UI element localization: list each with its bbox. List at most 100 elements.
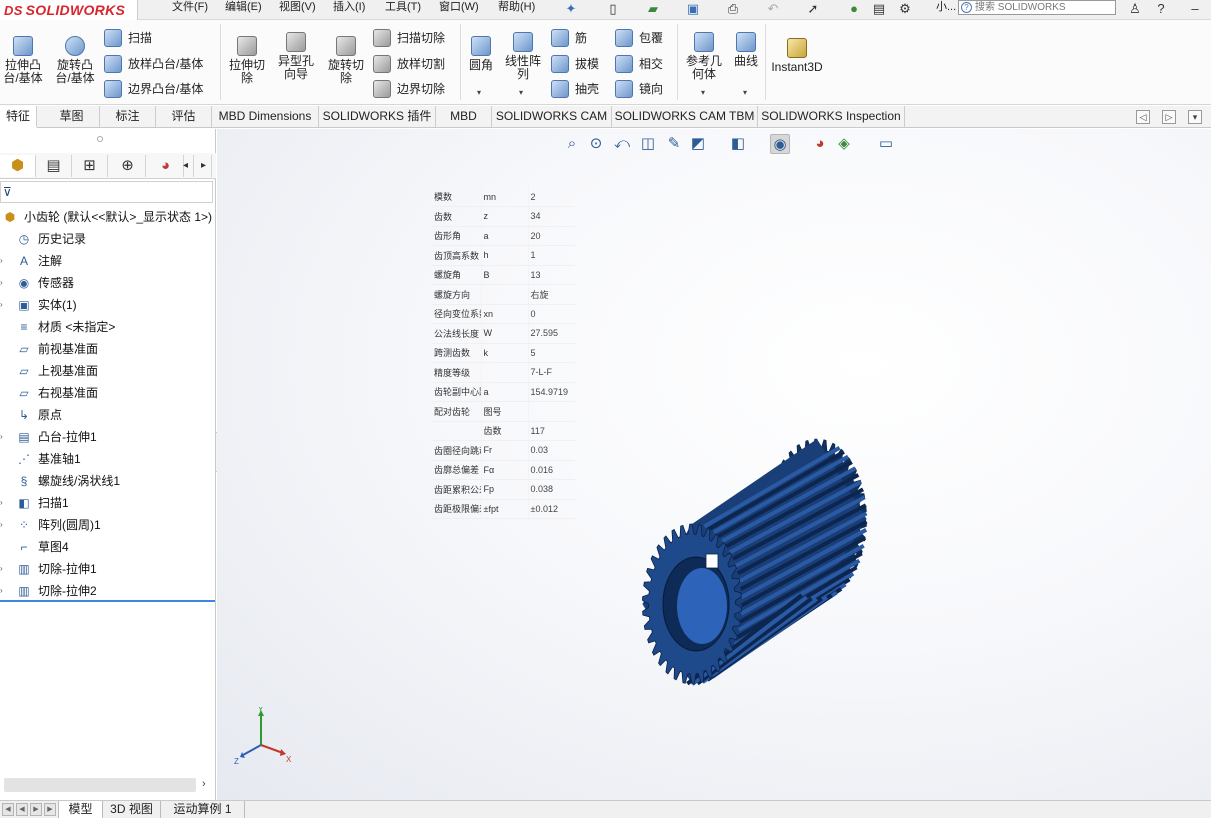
undo-icon[interactable]: ↶: [764, 1, 782, 17]
curves-button[interactable]: 曲线: [730, 32, 762, 68]
tree-item[interactable]: ▱ 前视基准面: [0, 338, 214, 360]
tab-mbd[interactable]: MBD: [436, 106, 492, 128]
solidworks-logo[interactable]: DS SOLIDWORKS: [0, 0, 138, 20]
tree-filter[interactable]: ⊽: [0, 181, 213, 203]
shell-button[interactable]: 抽壳: [551, 80, 599, 98]
tab-solidworks-inspection[interactable]: SOLIDWORKS Inspection: [758, 106, 905, 128]
search-input[interactable]: ? 搜索 SOLIDWORKS: [958, 0, 1116, 15]
expand-arrow-icon[interactable]: ›: [0, 294, 3, 316]
tree-item[interactable]: ⬢ 小齿轮 (默认<<默认>_显示状态 1>): [0, 206, 214, 228]
expand-arrow-icon[interactable]: ›: [0, 558, 3, 580]
apply-scene-icon[interactable]: ◈: [834, 134, 854, 154]
file-properties-icon[interactable]: ▤: [870, 1, 888, 17]
boundary-cut-button[interactable]: 边界切除: [373, 80, 445, 98]
panel-tabs-right-icon[interactable]: ▸: [196, 155, 212, 177]
tree-item[interactable]: › ▥ 切除-拉伸2: [0, 580, 214, 602]
instant3d-button[interactable]: Instant3D: [770, 38, 824, 74]
menu-window[interactable]: 窗口(W): [439, 0, 479, 14]
intersect-button[interactable]: 相交: [615, 55, 663, 73]
scroll-right-arrow-icon[interactable]: ›: [202, 778, 206, 790]
tab-mbd-dimensions[interactable]: MBD Dimensions: [212, 106, 319, 128]
tree-item[interactable]: § 螺旋线/涡状线1: [0, 470, 214, 492]
open-icon[interactable]: ▰: [644, 1, 662, 17]
extrude-cut-button[interactable]: 拉伸切 除: [226, 36, 268, 85]
curves-dropdown-icon[interactable]: ▾: [743, 88, 747, 97]
tab-sketch[interactable]: 草图: [44, 106, 100, 128]
boundary-boss-button[interactable]: 边界凸台/基体: [104, 80, 203, 98]
tree-item[interactable]: › ⁘ 阵列(圆周)1: [0, 514, 214, 536]
user-menu[interactable]: 小...: [936, 0, 956, 14]
tab-scroll-left-icon[interactable]: ◁: [1136, 110, 1150, 124]
linear-pattern-button[interactable]: 线性阵 列: [502, 32, 544, 81]
tree-item[interactable]: › ◉ 传感器: [0, 272, 214, 294]
menu-file[interactable]: 文件(F): [172, 0, 208, 14]
rollback-bar[interactable]: [0, 600, 215, 602]
tree-item[interactable]: › ▣ 实体(1): [0, 294, 214, 316]
user-account-icon[interactable]: ♙: [1126, 1, 1144, 17]
tab-evaluate[interactable]: 评估: [156, 106, 212, 128]
select-cursor-icon[interactable]: ➚: [804, 1, 822, 17]
feature-manager-tab-icon[interactable]: ⬢: [0, 155, 36, 177]
loft-boss-button[interactable]: 放样凸台/基体: [104, 55, 203, 73]
revolve-cut-button[interactable]: 旋转切 除: [324, 36, 368, 85]
expand-arrow-icon[interactable]: ›: [0, 580, 3, 602]
last-tab-icon[interactable]: ▶: [44, 803, 56, 816]
minimize-icon[interactable]: –: [1186, 1, 1204, 17]
tab-solidworks-cam-tbm[interactable]: SOLIDWORKS CAM TBM: [612, 106, 758, 128]
tab-solidworks-cam[interactable]: SOLIDWORKS CAM: [492, 106, 612, 128]
wrap-button[interactable]: 包覆: [615, 29, 663, 47]
extrude-boss-button[interactable]: 拉伸凸 台/基体: [0, 36, 46, 85]
fillet-dropdown-icon[interactable]: ▾: [477, 88, 481, 97]
draft-button[interactable]: 拔模: [551, 55, 599, 73]
fillet-button[interactable]: 圆角: [466, 36, 496, 72]
hide-show-items-icon[interactable]: ◉: [770, 134, 790, 154]
expand-arrow-icon[interactable]: ›: [0, 492, 3, 514]
rib-button[interactable]: 筋: [551, 29, 587, 47]
pattern-dropdown-icon[interactable]: ▾: [519, 88, 523, 97]
traffic-light-icon[interactable]: ●: [845, 1, 863, 17]
configuration-manager-tab-icon[interactable]: ⊞: [72, 155, 108, 177]
tab-markup[interactable]: 标注: [100, 106, 156, 128]
panel-grip-icon[interactable]: [97, 136, 103, 142]
revolve-boss-button[interactable]: 旋转凸 台/基体: [52, 36, 98, 85]
tree-item[interactable]: ↳ 原点: [0, 404, 214, 426]
prev-tab-icon[interactable]: ◀: [16, 803, 28, 816]
tab-features[interactable]: 特征: [0, 106, 37, 128]
tree-item[interactable]: › ◧ 扫描1: [0, 492, 214, 514]
help-icon[interactable]: ?: [1152, 1, 1170, 17]
sweep-button[interactable]: 扫描: [104, 29, 152, 47]
zoom-to-fit-icon[interactable]: ⌕: [562, 134, 582, 154]
menu-insert[interactable]: 插入(I): [333, 0, 365, 14]
mirror-button[interactable]: 镜向: [615, 80, 663, 98]
lofted-cut-button[interactable]: 放样切割: [373, 55, 445, 73]
bottom-tab-3d-views[interactable]: 3D 视图: [103, 801, 161, 818]
expand-arrow-icon[interactable]: ›: [0, 250, 3, 272]
dynamic-annotation-icon[interactable]: ✎: [664, 134, 684, 154]
tab-options-icon[interactable]: ▾: [1188, 110, 1202, 124]
tree-item[interactable]: ⌐ 草图4: [0, 536, 214, 558]
view-orientation-icon[interactable]: ◩: [688, 134, 708, 154]
tree-item[interactable]: ▱ 上视基准面: [0, 360, 214, 382]
tree-item[interactable]: › ▤ 凸台-拉伸1: [0, 426, 214, 448]
hole-wizard-button[interactable]: 异型孔 向导: [274, 32, 318, 81]
bottom-tab-motion-study[interactable]: 运动算例 1: [161, 801, 245, 818]
tree-item[interactable]: ▱ 右视基准面: [0, 382, 214, 404]
zoom-to-area-icon[interactable]: ⊙: [586, 134, 606, 154]
swept-cut-button[interactable]: 扫描切除: [373, 29, 445, 47]
section-view-icon[interactable]: ◫: [638, 134, 658, 154]
reference-geometry-dropdown-icon[interactable]: ▾: [701, 88, 705, 97]
display-style-icon[interactable]: ◧: [728, 134, 748, 154]
menu-view[interactable]: 视图(V): [279, 0, 316, 14]
save-icon[interactable]: ▣: [684, 1, 702, 17]
view-settings-icon[interactable]: ▭: [876, 134, 896, 154]
expand-arrow-icon[interactable]: ›: [0, 272, 3, 294]
property-manager-tab-icon[interactable]: ▤: [36, 155, 72, 177]
options-gear-icon[interactable]: ⚙: [896, 1, 914, 17]
print-icon[interactable]: ⎙: [724, 1, 742, 17]
first-tab-icon[interactable]: ◀: [2, 803, 14, 816]
tree-item[interactable]: ≡ 材质 <未指定>: [0, 316, 214, 338]
tree-item[interactable]: › A 注解: [0, 250, 214, 272]
bottom-tab-model[interactable]: 模型: [58, 801, 103, 818]
new-document-icon[interactable]: ▯: [604, 1, 622, 17]
tab-scroll-right-icon[interactable]: ▷: [1162, 110, 1176, 124]
